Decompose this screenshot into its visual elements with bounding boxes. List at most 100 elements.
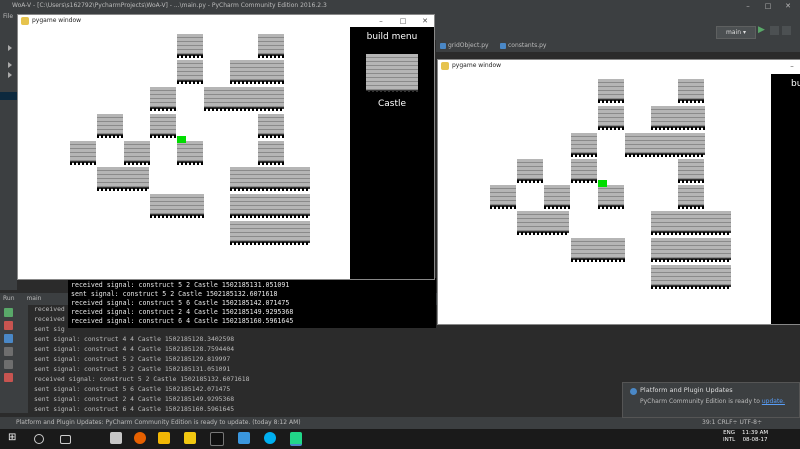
castle-block[interactable] [651, 238, 731, 262]
tree-expand-icon[interactable] [8, 72, 12, 78]
update-link[interactable]: update. [762, 398, 785, 405]
castle-block[interactable] [651, 106, 705, 130]
debug-icon[interactable] [770, 26, 779, 35]
castle-block[interactable] [124, 141, 150, 165]
build-menu-panel: build menu Castle [350, 27, 434, 279]
search-icon[interactable] [34, 434, 44, 444]
tree-expand-icon[interactable] [8, 62, 12, 68]
tray-clock[interactable]: 11:39 AM 08-08-17 [742, 430, 768, 444]
pygame-window-left[interactable]: pygame window – □ ✕ build menu Castle [17, 14, 435, 280]
menu-file[interactable]: File [3, 13, 13, 20]
terminal-line: received signal: construct 5 6 Castle 15… [71, 299, 290, 307]
castle-label: Castle [377, 99, 407, 109]
castle-build-option[interactable] [366, 54, 418, 94]
castle-block[interactable] [97, 114, 123, 138]
status-message[interactable]: Platform and Plugin Updates: PyCharm Com… [16, 419, 301, 426]
castle-block[interactable] [625, 133, 705, 157]
castle-block[interactable] [571, 133, 597, 157]
tree-expand-icon[interactable] [8, 45, 12, 51]
maximize-icon[interactable]: □ [396, 15, 410, 27]
lang-primary: ENG [723, 430, 736, 436]
python-file-icon [440, 43, 446, 49]
scroll-icon[interactable] [4, 347, 13, 356]
castle-block[interactable] [230, 194, 310, 218]
pygame-title: pygame window [32, 17, 82, 24]
castle-block[interactable] [571, 159, 597, 183]
castle-block[interactable] [230, 167, 310, 191]
castle-block[interactable] [258, 114, 284, 138]
terminal-line: sent signal: construct 5 2 Castle 150218… [71, 290, 278, 298]
castle-block[interactable] [97, 167, 149, 191]
tab-gridobject[interactable]: gridObject.py [438, 40, 489, 52]
castle-block[interactable] [70, 141, 96, 165]
selected-cell[interactable] [598, 180, 607, 187]
firefox-icon[interactable] [134, 432, 146, 444]
minimize-icon[interactable]: – [740, 0, 756, 12]
app-taskbar-icon[interactable] [238, 432, 250, 444]
windows-start-icon[interactable]: ⊞ [8, 432, 20, 444]
maximize-icon[interactable]: □ [760, 0, 776, 12]
status-position[interactable]: 39:1 CRLF÷ UTF-8÷ [702, 417, 762, 429]
castle-block[interactable] [204, 87, 284, 111]
castle-block[interactable] [678, 185, 704, 209]
clock-date: 08-08-17 [742, 437, 768, 443]
tab-constants[interactable]: constants.py [498, 40, 546, 52]
castle-block[interactable] [490, 185, 516, 209]
skype-icon[interactable] [264, 432, 276, 444]
delete-icon[interactable] [4, 373, 13, 382]
pycharm-taskbar-icon[interactable] [290, 432, 302, 446]
run-header-label: Run [3, 295, 15, 302]
castle-block[interactable] [598, 106, 624, 130]
castle-block[interactable] [517, 159, 543, 183]
castle-block[interactable] [678, 159, 704, 183]
castle-block[interactable] [177, 141, 203, 165]
castle-block[interactable] [150, 194, 204, 218]
terminal-taskbar-icon[interactable] [210, 432, 224, 446]
search-everywhere-icon[interactable] [782, 26, 791, 35]
selected-cell[interactable] [177, 136, 186, 143]
pause-icon[interactable] [4, 334, 13, 343]
file-explorer-icon[interactable] [184, 432, 196, 444]
castle-block[interactable] [598, 79, 624, 103]
castle-block[interactable] [517, 211, 569, 235]
run-tab[interactable]: main [26, 295, 41, 302]
rerun-icon[interactable] [4, 308, 13, 317]
clock-time: 11:39 AM [742, 430, 769, 436]
close-icon[interactable]: ✕ [418, 15, 432, 27]
console-line: sent signal: construct 6 4 Castle 150218… [34, 405, 235, 413]
project-selected-row[interactable] [0, 92, 17, 100]
ide-title-bar: WoA-V - [C:\Users\s162792\PycharmProject… [0, 0, 800, 12]
build-menu-panel-partial: bu [771, 74, 800, 324]
castle-block[interactable] [678, 79, 704, 103]
pygame-window-right[interactable]: pygame window – bu [437, 59, 800, 325]
editor-tab-bar: gridObject.py constants.py [436, 40, 800, 52]
print-icon[interactable] [4, 360, 13, 369]
castle-block[interactable] [651, 265, 731, 289]
run-icon[interactable]: ▶ [758, 26, 767, 35]
castle-block[interactable] [258, 34, 284, 58]
app-taskbar-icon[interactable] [110, 432, 122, 444]
castle-block[interactable] [571, 238, 625, 262]
minimize-icon[interactable]: – [374, 15, 388, 27]
run-config-select[interactable]: main ▾ [716, 26, 756, 39]
close-icon[interactable]: ✕ [780, 0, 796, 12]
castle-block[interactable] [150, 87, 176, 111]
task-view-icon[interactable] [60, 435, 71, 444]
castle-block[interactable] [150, 114, 176, 138]
console-line: sent signal: construct 4 4 Castle 150218… [34, 345, 235, 353]
castle-block[interactable] [177, 34, 203, 58]
terminal-window[interactable]: received signal: construct 5 2 Castle 15… [68, 278, 436, 328]
castle-block[interactable] [651, 211, 731, 235]
app-taskbar-icon[interactable] [158, 432, 170, 444]
castle-block[interactable] [544, 185, 570, 209]
stop-icon[interactable] [4, 321, 13, 330]
minimize-icon[interactable]: – [785, 60, 799, 72]
castle-block[interactable] [177, 60, 203, 84]
castle-block[interactable] [230, 60, 284, 84]
console-line: received [34, 305, 65, 313]
console-line: received [34, 315, 65, 323]
castle-block[interactable] [258, 141, 284, 165]
language-indicator[interactable]: ENG INTL [723, 430, 735, 444]
castle-block[interactable] [598, 185, 624, 209]
castle-block[interactable] [230, 221, 310, 245]
